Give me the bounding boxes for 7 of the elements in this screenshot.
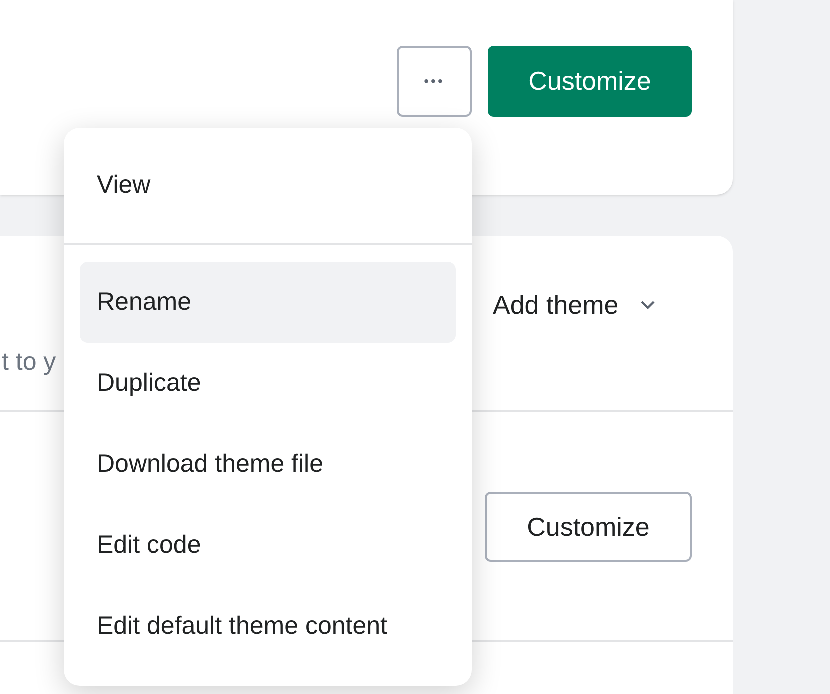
add-theme-button[interactable]: Add theme bbox=[493, 286, 655, 325]
description-text: t to y bbox=[2, 347, 56, 378]
menu-item[interactable]: Rename bbox=[80, 262, 456, 343]
chevron-down-icon bbox=[640, 301, 655, 310]
customize-button[interactable]: Customize bbox=[485, 492, 692, 562]
customize-button[interactable]: Customize bbox=[488, 46, 692, 117]
more-button[interactable]: ••• bbox=[397, 46, 472, 117]
